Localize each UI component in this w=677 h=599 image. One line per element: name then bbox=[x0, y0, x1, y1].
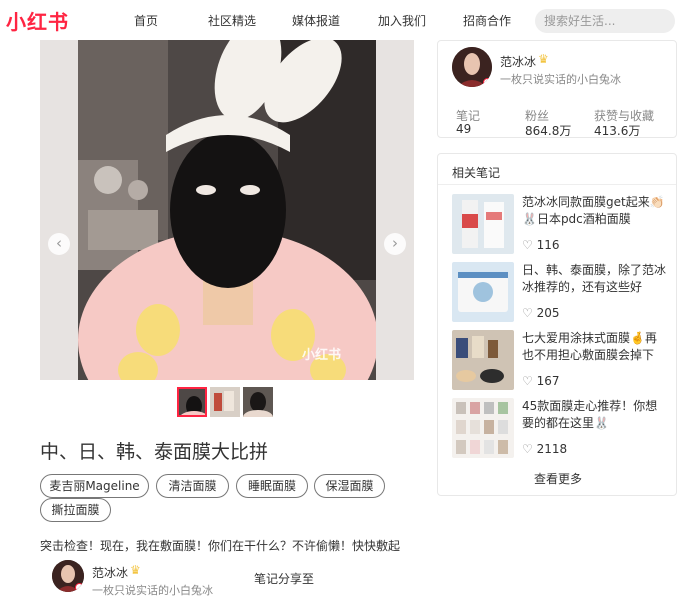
chevron-left-icon[interactable]: ‹ bbox=[48, 233, 70, 255]
related-note-title: 七大爱用涂抹式面膜🤞再也不用担心敷面膜会掉下 bbox=[522, 331, 657, 362]
like-count: 205 bbox=[536, 306, 560, 320]
tag-cleansing-mask[interactable]: 清洁面膜 bbox=[156, 474, 229, 498]
nav-business[interactable]: 招商合作 bbox=[463, 12, 511, 29]
chevron-right-icon[interactable]: › bbox=[384, 233, 406, 255]
thumbnail-2[interactable] bbox=[210, 387, 240, 417]
profile-name[interactable]: 范冰冰 bbox=[500, 53, 536, 70]
note-body: 突击检查！现在，我在敷面膜！你们在干什么？不许偷懒！快快敷起 bbox=[40, 539, 401, 553]
thumbnail-image bbox=[452, 194, 514, 254]
heart-icon: ♡ bbox=[522, 238, 533, 252]
share-label: 笔记分享至 bbox=[254, 572, 315, 586]
related-note-item[interactable]: 45款面膜走心推荐！你想要的都在这里🐰 ♡ 2118 bbox=[452, 398, 668, 460]
related-notes-heading: 相关笔记 bbox=[452, 166, 501, 180]
related-note-thumbnail bbox=[452, 262, 514, 322]
nav-media-reports[interactable]: 媒体报道 bbox=[292, 12, 340, 29]
related-note-item[interactable]: 日、韩、泰面膜，除了范冰冰推荐的，还有这些好 ♡ 205 bbox=[452, 262, 668, 324]
top-header: 小红书 首页 社区精选 媒体报道 加入我们 招商合作 搜索好生活... bbox=[0, 0, 677, 40]
watermark: 小红书 bbox=[302, 348, 342, 363]
search-input[interactable]: 搜索好生活... bbox=[535, 9, 675, 33]
avatar[interactable] bbox=[52, 560, 84, 592]
related-note-thumbnail bbox=[452, 330, 514, 390]
thumbnail-image bbox=[452, 398, 514, 458]
like-count: 116 bbox=[536, 238, 560, 252]
related-note-item[interactable]: 七大爱用涂抹式面膜🤞再也不用担心敷面膜会掉下 ♡ 167 bbox=[452, 330, 668, 392]
related-note-thumbnail bbox=[452, 194, 514, 254]
heart-icon: ♡ bbox=[522, 374, 533, 388]
stat-fans-value: 864.8万 bbox=[525, 124, 572, 138]
profile-bio: 一枚只说实话的小白兔冰 bbox=[500, 73, 621, 86]
thumbnail-image bbox=[243, 387, 273, 417]
tag-peel-off-mask[interactable]: 撕拉面膜 bbox=[40, 498, 111, 522]
related-note-likes: ♡ 2118 bbox=[522, 442, 567, 456]
note-photo bbox=[78, 40, 376, 380]
tag-sleeping-mask[interactable]: 睡眠面膜 bbox=[236, 474, 308, 498]
note-photo-carousel: ‹ › 小红书 bbox=[40, 40, 414, 380]
related-note-likes: ♡ 116 bbox=[522, 238, 560, 252]
see-more-link[interactable]: 查看更多 bbox=[438, 470, 677, 487]
like-count: 167 bbox=[536, 374, 560, 388]
verified-badge-icon bbox=[75, 583, 84, 592]
nav-join-us[interactable]: 加入我们 bbox=[378, 12, 426, 29]
thumbnail-image bbox=[210, 387, 240, 417]
tag-mageline[interactable]: 麦吉丽Mageline bbox=[40, 474, 149, 498]
related-note-title: 45款面膜走心推荐！你想要的都在这里🐰 bbox=[522, 399, 658, 430]
thumbnail-image bbox=[452, 262, 514, 322]
related-notes-card: 相关笔记 范冰冰同款面膜get起来👏🏻🐰日本pdc酒粕面膜 ♡ 116 日、韩、… bbox=[437, 153, 677, 496]
crown-icon: ♛ bbox=[130, 563, 141, 577]
crown-icon: ♛ bbox=[538, 52, 549, 66]
like-count: 2118 bbox=[536, 442, 568, 456]
note-title: 中、日、韩、泰面膜大比拼 bbox=[40, 441, 269, 463]
author-bio: 一枚只说实话的小白兔冰 bbox=[92, 584, 213, 597]
divider bbox=[438, 184, 676, 185]
related-note-title: 范冰冰同款面膜get起来👏🏻🐰日本pdc酒粕面膜 bbox=[522, 195, 665, 226]
heart-icon: ♡ bbox=[522, 442, 533, 456]
related-note-thumbnail bbox=[452, 398, 514, 458]
nav-community-picks[interactable]: 社区精选 bbox=[208, 12, 256, 29]
author-name[interactable]: 范冰冰 bbox=[92, 564, 128, 581]
bottom-author-bar: 范冰冰 ♛ 一枚只说实话的小白兔冰 笔记分享至 bbox=[52, 560, 412, 598]
related-note-title: 日、韩、泰面膜，除了范冰冰推荐的，还有这些好 bbox=[522, 263, 667, 294]
heart-icon: ♡ bbox=[522, 306, 533, 320]
tag-moisturizing-mask[interactable]: 保湿面膜 bbox=[314, 474, 385, 498]
nav-home[interactable]: 首页 bbox=[134, 12, 158, 29]
verified-badge-icon bbox=[483, 78, 492, 87]
thumbnail-image bbox=[452, 330, 514, 390]
stat-likes-value: 413.6万 bbox=[594, 124, 641, 138]
related-note-likes: ♡ 167 bbox=[522, 374, 560, 388]
photo-illustration bbox=[78, 40, 376, 380]
xiaohongshu-logo[interactable]: 小红书 bbox=[6, 6, 69, 35]
thumbnail-3[interactable] bbox=[243, 387, 273, 417]
avatar[interactable] bbox=[452, 47, 492, 87]
thumbnail-image bbox=[179, 389, 205, 415]
stat-notes-value: 49 bbox=[456, 122, 472, 136]
related-note-item[interactable]: 范冰冰同款面膜get起来👏🏻🐰日本pdc酒粕面膜 ♡ 116 bbox=[452, 194, 668, 256]
author-profile-card: 范冰冰 ♛ 一枚只说实话的小白兔冰 笔记 49 粉丝 864.8万 获赞与收藏 … bbox=[437, 40, 677, 138]
related-note-likes: ♡ 205 bbox=[522, 306, 560, 320]
thumbnail-1[interactable] bbox=[177, 387, 207, 417]
